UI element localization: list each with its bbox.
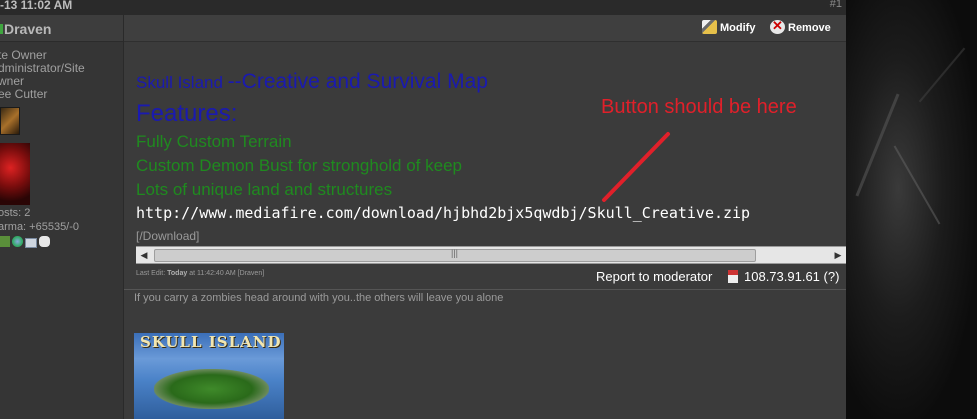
code-scrollbar[interactable]: ◀ ||| ▶ — [136, 246, 846, 264]
feature-item: Lots of unique land and structures — [136, 180, 393, 199]
ip-address[interactable]: 108.73.91.61 (?) — [744, 269, 839, 284]
scroll-right-icon[interactable]: ▶ — [830, 247, 846, 263]
post-header: -13 11:02 AM #1 — [0, 0, 846, 16]
code-box: http://www.mediafire.com/download/hjbhd2… — [136, 204, 846, 226]
pm-icon[interactable] — [39, 236, 50, 247]
download-tag: [/Download] — [136, 229, 200, 243]
post-count: osts: 2 — [0, 207, 31, 219]
annotation-text: Button should be here — [601, 96, 797, 118]
feature-item: Fully Custom Terrain — [136, 132, 292, 151]
scrollbar-thumb[interactable]: ||| — [154, 248, 756, 262]
background-texture — [846, 0, 977, 419]
rank-icon — [0, 107, 20, 135]
profile-icons — [0, 236, 52, 248]
ip-icon — [728, 270, 738, 283]
avatar[interactable] — [0, 143, 30, 205]
post-number[interactable]: #1 — [830, 0, 842, 10]
post-title: Skull Island --Creative and Survival Map — [136, 70, 488, 94]
modify-button[interactable]: Modify — [702, 20, 755, 34]
remove-label: Remove — [788, 22, 831, 34]
last-edit-note: Last Edit: Today at 11:42:40 AM [Draven] — [136, 270, 265, 277]
features-heading: Features: — [136, 100, 238, 127]
scroll-left-icon[interactable]: ◀ — [136, 247, 152, 263]
grip-icon: ||| — [451, 248, 459, 258]
edit-icon — [702, 20, 717, 34]
report-link[interactable]: Report to moderator — [596, 269, 712, 284]
modify-label: Modify — [720, 22, 756, 34]
post-body: Modify Remove Skull Island --Creative an… — [124, 15, 846, 419]
user-name-bar: Draven — [0, 15, 123, 42]
delete-icon — [770, 18, 785, 34]
signature-image-title: SKULL ISLAND — [140, 333, 282, 351]
post-title-prefix: Skull Island — [136, 73, 228, 92]
karma: arma: +65535/-0 — [0, 221, 80, 233]
email-icon[interactable] — [25, 238, 37, 248]
post-title-rest: --Creative and Survival Map — [227, 70, 488, 93]
msn-icon[interactable] — [12, 236, 23, 247]
user-info-column: Draven te Owner dministrator/Site wner e… — [0, 15, 124, 419]
post-date: -13 11:02 AM — [0, 0, 73, 12]
post-toolbar: Modify Remove — [124, 15, 846, 42]
signature-text: If you carry a zombies head around with … — [134, 292, 504, 304]
user-title: ee Cutter — [0, 87, 48, 101]
username-link[interactable]: Draven — [4, 21, 51, 37]
download-url[interactable]: http://www.mediafire.com/download/hjbhd2… — [136, 204, 750, 222]
feature-item: Custom Demon Bust for stronghold of keep — [136, 156, 462, 175]
profile-icon[interactable] — [0, 236, 10, 247]
user-stats: osts: 2 arma: +65535/-0 — [0, 206, 79, 234]
online-icon — [0, 24, 3, 34]
user-titles: te Owner dministrator/Site wner ee Cutte… — [0, 49, 85, 101]
remove-button[interactable]: Remove — [770, 18, 831, 34]
signature-image: SKULL ISLAND — [134, 333, 284, 419]
signature-divider — [124, 289, 846, 290]
